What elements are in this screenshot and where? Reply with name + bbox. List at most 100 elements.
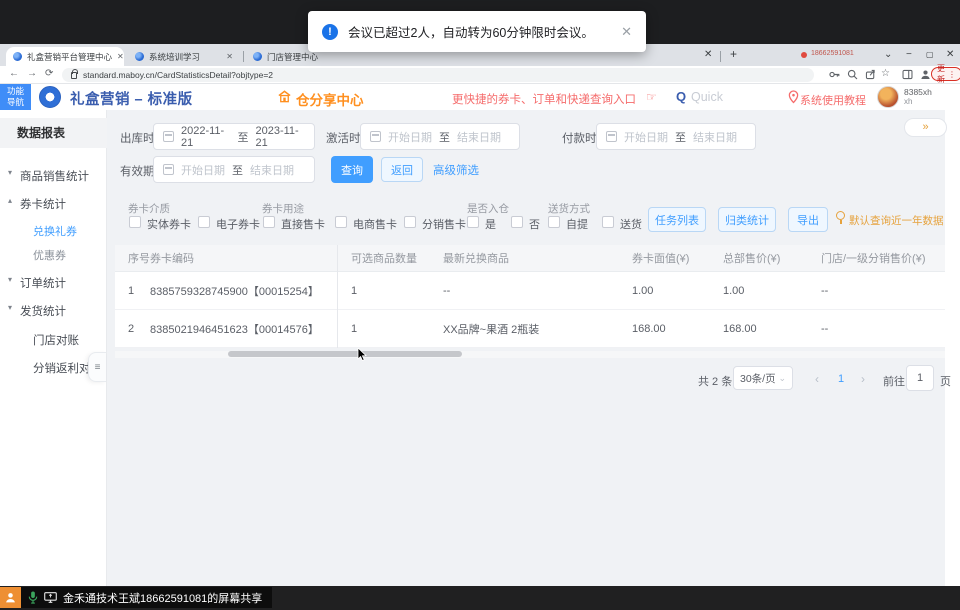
app-header: 功能 导航 礼盒营销 – 标准版 仓分享中心 更快捷的券卡、订单和快递查询入口 … [0,84,960,110]
sidebar-item-store-reconciliation[interactable]: 门店对账 [0,330,107,352]
bookmark-star-icon[interactable]: ☆ [881,68,890,79]
tab-close-icon[interactable]: ✕ [117,52,124,61]
calendar-icon [370,131,381,142]
date-end-placeholder: 结束日期 [457,131,501,144]
checkbox-self-pickup[interactable] [548,216,560,228]
tab-close-icon[interactable]: ✕ [704,49,712,60]
checkbox-label[interactable]: 送货 [620,216,642,232]
reload-icon[interactable]: ⟳ [45,68,53,79]
checkbox-electronic-card[interactable] [198,216,210,228]
group-title-card-medium: 券卡介质 [128,203,170,215]
scrollbar-thumb[interactable] [228,351,462,357]
url-field[interactable]: standard.maboy.cn/CardStatisticsDetail?o… [62,68,814,82]
tab-training[interactable]: 系统培训学习 ✕ [128,47,240,66]
checkbox-distribution-sale[interactable] [404,216,416,228]
password-key-icon[interactable] [828,68,841,81]
group-title-in-warehouse: 是否入仓 [467,203,509,215]
date-to-label: 至 [675,131,686,144]
date-end-placeholder: 结束日期 [250,164,294,177]
user-name-block[interactable]: 8385xh xh [904,87,932,107]
expand-filters-button[interactable]: » [904,118,947,137]
window-close-button[interactable]: ✕ [946,49,954,60]
sidebar-item-product-sales[interactable]: ▾ 商品销售统计 [0,166,107,188]
outbound-date-range-input[interactable]: 2022-11-21 至 2023-11-21 [153,123,315,150]
checkbox-label[interactable]: 实体券卡 [147,216,191,232]
browser-update-button[interactable]: 更新 ⋮ [931,64,960,84]
export-button[interactable]: 导出 [788,207,828,232]
tab-search-chevron-icon[interactable]: ⌄ [884,49,892,60]
checkbox-label[interactable]: 电商售卡 [353,216,397,232]
current-page-number[interactable]: 1 [838,373,844,385]
validity-date-range-input[interactable]: 开始日期 至 结束日期 [153,156,315,183]
checkbox-label[interactable]: 直接售卡 [281,216,325,232]
checkbox-ecommerce-sale[interactable] [335,216,347,228]
quick-search-placeholder[interactable]: Quick [691,90,723,104]
classify-stats-button[interactable]: 归类统计 [718,207,776,232]
sidebar-collapse-handle[interactable]: ≡ [88,352,106,382]
new-tab-button[interactable]: + [730,47,737,61]
sidebar-item-order-stats[interactable]: ▾ 订单统计 [0,273,107,295]
checkbox-label[interactable]: 电子券卡 [216,216,260,232]
sidebar-item-redeem-voucher[interactable]: 兑换礼券 [0,221,107,243]
tab-close-icon[interactable]: ✕ [226,52,233,61]
goto-label: 前往 [883,376,905,388]
user-avatar[interactable] [877,86,899,108]
quick-search-q-icon[interactable]: Q [676,89,686,104]
table-row[interactable]: 1 8385759328745900【00015254】 1 -- 1.00 1… [115,272,945,310]
update-label: 更新 [937,64,945,84]
advanced-filter-link[interactable]: 高级筛选 [433,162,479,178]
forward-icon[interactable]: → [27,68,37,79]
warehouse-share-link[interactable]: 仓分享中心 [296,89,364,109]
horizontal-scrollbar[interactable] [115,351,945,358]
tutorial-pin-icon [788,90,799,109]
cell-store-price: -- [821,284,829,297]
browser-menu-icon[interactable]: ⋮ [948,70,956,79]
checkbox-direct-sale[interactable] [263,216,275,228]
zoom-icon[interactable] [846,68,859,81]
goto-page-input[interactable] [906,365,934,391]
table-row[interactable]: 2 8385021946451623【00014576】 1 XX品牌~果酒 2… [115,310,945,348]
cell-product-count: 1 [351,284,358,297]
sidebar-item-shipping-stats[interactable]: ▾ 发货统计 [0,301,107,323]
checkbox-physical-card[interactable] [129,216,141,228]
sidebar-item-label: 兑换礼券 [33,226,77,238]
default-query-tip: 默认查询近一年数据 [849,215,944,227]
next-page-button[interactable]: › [861,372,865,386]
tab-gift-box-admin[interactable]: 礼盒营销平台管理中心 ✕ [6,47,124,66]
quick-entry-tip: 更快捷的券卡、订单和快递查询入口 [452,94,636,106]
checkbox-label[interactable]: 自提 [566,216,588,232]
info-icon: ! [322,23,338,40]
checkbox-yes[interactable] [467,216,479,228]
search-button[interactable]: 查询 [331,156,373,183]
back-icon[interactable]: ← [9,68,19,79]
side-panel-icon[interactable] [901,68,914,81]
checkbox-label[interactable]: 否 [529,216,540,232]
window-minimize-button[interactable]: − [906,49,912,60]
checkbox-label[interactable]: 是 [485,216,496,232]
system-tutorial-link[interactable]: 系统使用教程 [800,92,866,108]
checkbox-delivery[interactable] [602,216,614,228]
cell-index: 2 [128,322,135,335]
chevron-down-icon: ▾ [8,303,13,312]
sidebar-item-card-stats[interactable]: ▴ 券卡统计 [0,194,107,216]
cell-latest-redeemed: -- [443,284,451,297]
activation-date-range-input[interactable]: 开始日期 至 结束日期 [360,123,520,150]
toast-message: 会议已超过2人，自动转为60分钟限时会议。 [348,26,594,40]
tab-separator [720,51,721,62]
task-list-button[interactable]: 任务列表 [648,207,706,232]
prev-page-button[interactable]: ‹ [815,372,819,386]
back-button[interactable]: 返回 [381,157,423,182]
calendar-icon [606,131,617,142]
cell-store-price: -- [821,322,829,335]
checkbox-no[interactable] [511,216,523,228]
sidebar-item-label: 券卡统计 [20,199,66,211]
window-maximize-button[interactable]: ▢ [926,50,934,59]
sidebar-item-coupon[interactable]: 优惠券 [0,245,107,267]
function-nav-button[interactable]: 功能 导航 [0,84,31,110]
payment-date-range-input[interactable]: 开始日期 至 结束日期 [596,123,756,150]
share-icon[interactable] [864,68,877,81]
toast-close-icon[interactable]: ✕ [621,24,632,40]
screen-share-icon [44,592,57,603]
page-size-select[interactable]: 30条/页 ⌄ [733,366,793,390]
checkbox-label[interactable]: 分销售卡 [422,216,466,232]
